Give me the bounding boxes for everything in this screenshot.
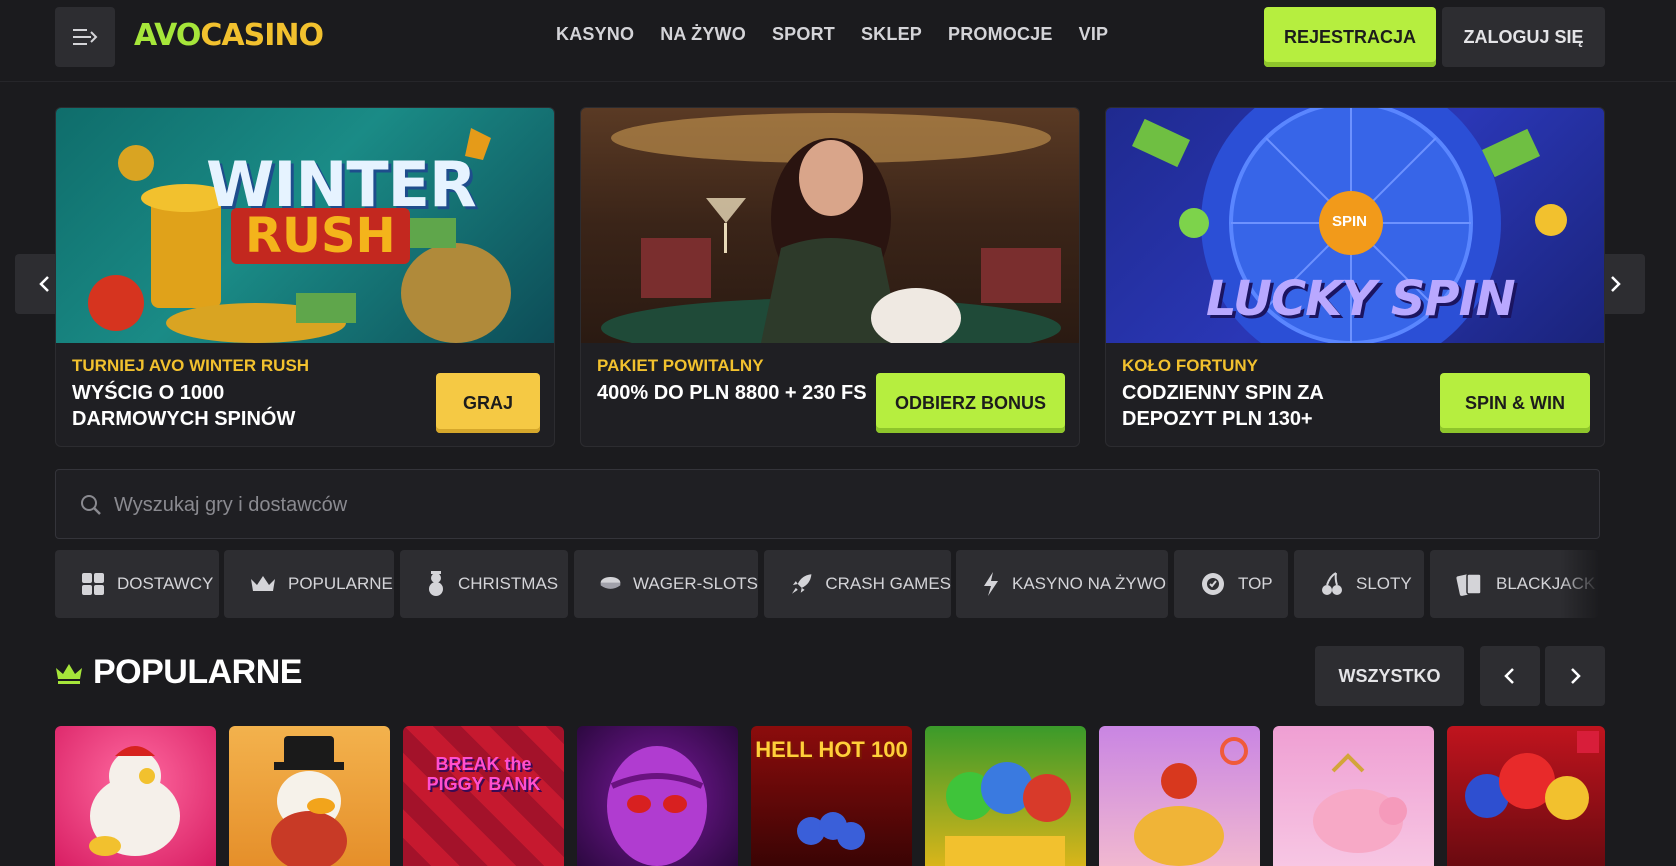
category-fade <box>1560 550 1600 620</box>
category-label: WAGER-SLOTS <box>633 574 758 593</box>
rocket-icon <box>791 574 812 594</box>
chip-icon <box>600 577 621 589</box>
nav-sport[interactable]: SPORT <box>772 24 835 45</box>
category-top[interactable]: TOP <box>1174 550 1288 618</box>
badge-icon <box>1202 573 1224 595</box>
game-tile[interactable]: HELL HOT 100 <box>751 726 912 866</box>
promo-card-lucky-spin[interactable]: SPIN LUCKY SPIN KOŁO FORTUNY CODZIENNY S… <box>1105 107 1605 447</box>
nav-kasyno[interactable]: KASYNO <box>556 24 634 45</box>
logo[interactable]: AVOCASINO <box>134 18 324 53</box>
category-kasyno-na-zywo[interactable]: KASYNO NA ŻYWO <box>956 550 1168 618</box>
claim-bonus-button[interactable]: ODBIERZ BONUS <box>876 373 1065 433</box>
snowman-icon <box>429 571 443 596</box>
category-label: SLOTY <box>1356 574 1412 593</box>
search-icon <box>81 495 101 515</box>
search-input[interactable] <box>114 488 1514 522</box>
game-tile[interactable] <box>229 726 390 866</box>
games-next-button[interactable] <box>1545 646 1605 706</box>
category-crash-games[interactable]: CRASH GAMES <box>764 550 951 618</box>
promo-kicker: PAKIET POWITALNY <box>597 356 764 375</box>
category-label: KASYNO NA ŻYWO <box>1012 574 1166 593</box>
category-label: POPULARNE <box>288 574 393 593</box>
spin-and-win-button[interactable]: SPIN & WIN <box>1440 373 1590 433</box>
logo-avo: AVO <box>134 18 201 53</box>
logo-casino: CASINO <box>200 18 324 53</box>
category-label: CHRISTMAS <box>458 574 559 593</box>
category-popularne[interactable]: POPULARNE <box>224 550 394 618</box>
game-tile[interactable] <box>1273 726 1434 866</box>
game-tile[interactable]: BREAK the PIGGY BANK <box>403 726 564 866</box>
promo-card-winter-rush[interactable]: WINTER RUSH TURNIEJ AVO WINTER RUSH WYŚC… <box>55 107 555 447</box>
header: AVOCASINO KASYNO NA ŻYWO SPORT SKLEP PRO… <box>0 0 1676 82</box>
category-wager-slots[interactable]: WAGER-SLOTS <box>574 550 758 618</box>
promo-card-welcome-package[interactable]: PAKIET POWITALNY 400% DO PLN 8800 + 230 … <box>580 107 1080 447</box>
rush-text: RUSH <box>231 208 410 264</box>
chevron-left-icon <box>1504 668 1514 684</box>
lightning-icon <box>984 572 998 596</box>
nav-sklep[interactable]: SKLEP <box>861 24 922 45</box>
chevron-left-icon <box>39 276 49 292</box>
register-button[interactable]: REJESTRACJA <box>1264 7 1436 67</box>
spin-text: SPIN <box>1332 213 1368 230</box>
promo-title: CODZIENNY SPIN ZA DEPOZYT PLN 130+ <box>1122 382 1324 430</box>
promo-image-winter-rush: WINTER RUSH <box>56 108 554 343</box>
cherries-icon <box>1322 572 1342 595</box>
games-prev-button[interactable] <box>1480 646 1540 706</box>
category-christmas[interactable]: CHRISTMAS <box>400 550 568 618</box>
chevron-right-icon <box>1571 668 1581 684</box>
category-label: TOP <box>1238 574 1273 593</box>
view-all-button[interactable]: WSZYSTKO <box>1315 646 1464 706</box>
game-tile[interactable] <box>925 726 1086 866</box>
nav-vip[interactable]: VIP <box>1079 24 1109 45</box>
promo-title: WYŚCIG O 1000 DARMOWYCH SPINÓW <box>72 382 296 430</box>
game-tile[interactable] <box>1447 726 1605 866</box>
category-bar: DOSTAWCY POPULARNE CHRISTMAS WAGER-SLOTS… <box>55 550 1600 620</box>
lucky-spin-text: LUCKY SPIN <box>1206 271 1516 327</box>
category-sloty[interactable]: SLOTY <box>1294 550 1424 618</box>
section-title: POPULARNE <box>93 653 302 691</box>
main-nav: KASYNO NA ŻYWO SPORT SKLEP PROMOCJE VIP <box>556 24 1108 45</box>
promo-kicker: KOŁO FORTUNY <box>1122 356 1258 375</box>
promo-kicker: TURNIEJ AVO WINTER RUSH <box>72 356 310 375</box>
category-label: DOSTAWCY <box>117 574 214 593</box>
cards-icon <box>1456 573 1482 596</box>
nav-promocje[interactable]: PROMOCJE <box>948 24 1053 45</box>
play-button[interactable]: GRAJ <box>436 373 540 433</box>
crown-icon <box>56 663 82 684</box>
game-title: BREAK the PIGGY BANK <box>426 754 541 794</box>
game-tile[interactable] <box>577 726 738 866</box>
promo-image-lucky-spin: SPIN LUCKY SPIN <box>1106 108 1604 343</box>
popular-section-header: POPULARNE <box>55 653 302 692</box>
promo-image-welcome <box>581 108 1079 343</box>
promo-title: 400% DO PLN 8800 + 230 FS <box>597 382 867 404</box>
menu-button[interactable] <box>55 7 115 67</box>
nav-na-zywo[interactable]: NA ŻYWO <box>660 24 746 45</box>
search-bar <box>55 469 1600 539</box>
category-dostawcy[interactable]: DOSTAWCY <box>55 550 219 618</box>
game-tile[interactable] <box>55 726 216 866</box>
crown-icon <box>251 576 275 591</box>
menu-icon <box>73 29 98 45</box>
chevron-right-icon <box>1611 276 1621 292</box>
login-button[interactable]: ZALOGUJ SIĘ <box>1442 7 1605 67</box>
game-tile[interactable] <box>1099 726 1260 866</box>
grid-icon <box>82 573 104 595</box>
category-label: CRASH GAMES <box>825 574 951 593</box>
